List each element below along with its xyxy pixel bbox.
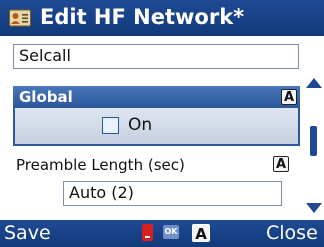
alpha-mode-icon[interactable]: A [192, 224, 210, 243]
scroll-down-arrow-icon[interactable] [306, 203, 322, 213]
scroll-thumb[interactable] [310, 126, 317, 156]
preamble-alpha-badge: A [273, 156, 289, 172]
global-label: Global [19, 88, 73, 106]
ok-icon[interactable]: OK [163, 225, 179, 239]
scroll-up-arrow-icon[interactable] [306, 78, 322, 88]
window-title: Edit HF Network* [40, 5, 245, 29]
save-button[interactable]: Save [4, 222, 51, 244]
close-button[interactable]: Close [266, 222, 318, 244]
title-bar: Edit HF Network* [0, 0, 324, 36]
preamble-label: Preamble Length (sec) [16, 156, 185, 174]
softkey-bar: Save OK A Close [0, 220, 324, 247]
global-toggle[interactable]: On [13, 108, 300, 146]
alpha-mode-badge: A [281, 89, 297, 105]
on-label: On [128, 115, 153, 135]
scrollbar[interactable] [305, 78, 323, 215]
network-name-field[interactable]: Selcall [13, 44, 299, 69]
on-checkbox[interactable] [102, 117, 119, 134]
preamble-field[interactable]: Auto (2) [63, 181, 282, 206]
contact-card-icon [9, 9, 31, 27]
global-row[interactable]: Global A [13, 86, 300, 108]
keyboard-icon[interactable] [142, 224, 153, 241]
